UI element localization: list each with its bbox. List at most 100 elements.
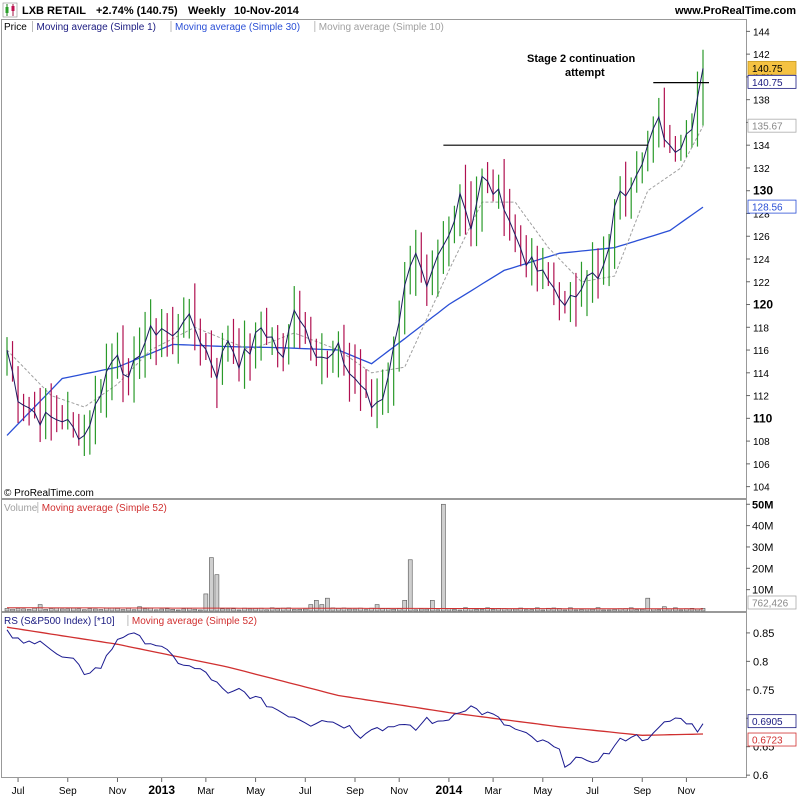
volume-bar — [291, 609, 297, 612]
volume-bar — [15, 607, 21, 612]
volume-bar — [601, 609, 606, 612]
volume-bar — [457, 609, 463, 612]
x-tick-label: Sep — [633, 786, 651, 797]
stock-chart: LXB RETAIL +2.74% (140.75) Weekly 10-Nov… — [1, 2, 797, 797]
volume-bar — [385, 608, 391, 612]
price-tick-label: 130 — [753, 184, 773, 198]
price-panel-frame — [1, 19, 747, 499]
volume-bar — [579, 609, 584, 612]
price-tick-label: 132 — [753, 164, 770, 175]
candlestick-logo-icon — [2, 2, 18, 18]
volume-tick-label: 30M — [752, 542, 773, 554]
volume-bar — [170, 609, 176, 612]
volume-bar — [148, 607, 153, 612]
volume-bar — [159, 608, 164, 612]
rs-marker: 0.6905 — [752, 717, 783, 728]
volume-bar — [186, 608, 192, 612]
volume-bar — [93, 608, 98, 612]
volume-bar — [314, 600, 319, 612]
x-tick-label: May — [246, 786, 265, 797]
volume-bar — [4, 608, 10, 612]
volume-bar — [446, 608, 452, 612]
sma30-line — [6, 206, 704, 436]
sma30-path — [6, 206, 704, 436]
volume-bar — [628, 607, 634, 612]
volume-bar — [319, 604, 325, 612]
website-link[interactable]: www.ProRealTime.com — [674, 5, 796, 17]
volume-bar — [407, 559, 413, 612]
volume-bar — [220, 608, 225, 612]
volume-bar — [48, 608, 54, 612]
volume-bar — [76, 608, 82, 612]
price-tick-label: 106 — [753, 460, 770, 471]
rs-tick-label: 0.8 — [753, 656, 768, 668]
legend-item: RS (S&P500 Index) [*10] — [4, 616, 115, 627]
rs-axis: 0.850.80.750.70.650.6 — [746, 628, 774, 782]
volume-bar — [164, 608, 170, 612]
volume-bar — [231, 608, 236, 612]
volume-bar — [673, 607, 678, 612]
volume-bar — [142, 608, 148, 612]
price-tick-label: 124 — [753, 255, 770, 266]
volume-bar — [264, 609, 269, 612]
volume-bar — [402, 600, 408, 612]
price-marker: 128.56 — [752, 203, 783, 214]
price-tick-label: 138 — [753, 96, 770, 107]
volume-bar — [26, 609, 32, 612]
volume-bar — [115, 608, 120, 612]
volume-bars — [4, 503, 706, 612]
rs-tick-label: 0.85 — [753, 628, 774, 640]
x-tick-label: 2013 — [148, 783, 175, 797]
x-tick-label: Mar — [197, 786, 215, 797]
rs-tick-label: 0.6 — [753, 770, 768, 782]
volume-bar — [435, 609, 441, 612]
legend-item: Moving average (Simple 10) — [319, 22, 444, 33]
price-tick-label: 116 — [753, 346, 769, 357]
volume-bar — [418, 608, 424, 612]
x-tick-label: Nov — [390, 786, 408, 797]
price-tick-label: 110 — [753, 411, 773, 425]
volume-bar — [352, 608, 358, 612]
volume-bar — [247, 608, 253, 612]
x-tick-label: Nov — [678, 786, 696, 797]
volume-bar — [225, 608, 231, 612]
legend-item: Moving average (Simple 52) — [42, 503, 167, 514]
x-tick-label: Jul — [586, 786, 599, 797]
volume-bar — [441, 503, 446, 612]
x-tick-label: Mar — [484, 786, 502, 797]
volume-legend: Volume Moving average (Simple 52) — [4, 502, 167, 514]
x-tick-label: 2014 — [436, 783, 463, 797]
volume-bar — [59, 608, 65, 612]
price-tick-label: 112 — [753, 392, 769, 403]
x-tick-label: Nov — [109, 786, 127, 797]
volume-bar — [590, 608, 595, 612]
copyright: © ProRealTime.com — [4, 488, 94, 499]
volume-bar — [308, 604, 314, 612]
x-axis: Jul Sep Nov 2013 Mar May Jul Sep Nov 2014 Mar May Ju… — [12, 778, 696, 797]
volume-bar — [253, 608, 258, 612]
breakout-lines — [443, 81, 709, 146]
price-tick-label: 122 — [753, 278, 770, 289]
volume-bar — [678, 609, 684, 612]
price-marker: 140.75 — [752, 64, 783, 75]
volume-bar — [87, 608, 93, 612]
x-tick-label: May — [533, 786, 552, 797]
volume-bar — [192, 608, 198, 612]
price-tick-label: 142 — [753, 50, 770, 61]
price-marker: 140.75 — [752, 78, 783, 89]
price-tick-label: 126 — [753, 232, 770, 243]
annotation-line2: attempt — [565, 67, 605, 79]
volume-bar — [10, 608, 15, 612]
price-tick-label: 118 — [753, 323, 769, 334]
price-panel: Price Moving average (Simple 1) Moving ave… — [4, 21, 797, 499]
volume-bar — [275, 608, 280, 612]
price-tick-label: 114 — [753, 369, 769, 380]
chart-title: LXB RETAIL — [22, 5, 86, 17]
price-axis: 1441421401381361341321301281261241221201… — [746, 27, 773, 494]
volume-bar — [236, 609, 242, 612]
price-marker: 135.67 — [752, 122, 783, 133]
volume-bar — [479, 609, 485, 612]
volume-bar — [413, 609, 419, 612]
legend-item: Volume — [4, 503, 38, 514]
volume-bar — [181, 608, 187, 612]
